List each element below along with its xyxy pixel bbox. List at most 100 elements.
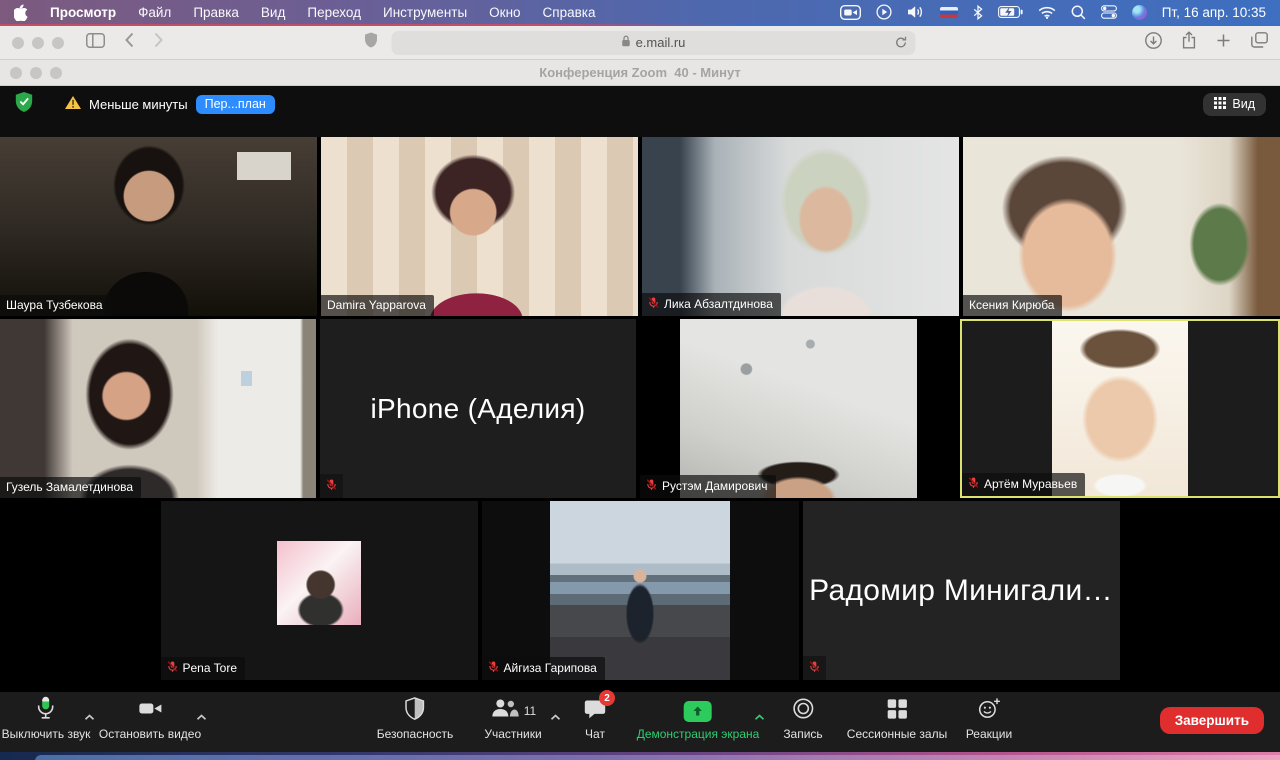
video-feed (1052, 321, 1188, 496)
participant-name: Айгиза Гарипова (504, 661, 597, 675)
menu-tools[interactable]: Инструменты (383, 5, 467, 20)
battery-icon[interactable] (998, 6, 1023, 18)
video-tile[interactable]: Гузель Замалетдинова (0, 319, 316, 498)
participant-name: Damira Yapparova (327, 298, 426, 312)
menu-app-name[interactable]: Просмотр (50, 5, 116, 20)
muted-mic-icon (648, 296, 659, 312)
video-tile[interactable]: Рустэм Дамирович (640, 319, 956, 498)
keyboard-layout-flag-ru-icon[interactable] (940, 7, 958, 18)
bluetooth-icon[interactable] (973, 5, 983, 20)
mute-button[interactable]: Выключить звук (2, 697, 91, 741)
muted-mic-icon (488, 660, 499, 676)
share-screen-icon (684, 701, 712, 722)
participant-name: Рустэм Дамирович (662, 479, 768, 493)
sidebar-icon[interactable] (86, 33, 105, 53)
mute-options-caret[interactable] (84, 708, 95, 726)
wifi-icon[interactable] (1038, 6, 1056, 19)
security-button[interactable]: Безопасность (377, 697, 454, 741)
window-controls[interactable] (12, 37, 64, 49)
participant-name-tag: Damira Yapparova (321, 295, 434, 316)
upgrade-plan-button[interactable]: Пер...план (196, 95, 275, 114)
video-tile[interactable]: Радомир Минигали… (803, 501, 1120, 680)
zoom-window-title: Конференция Zoom 40 - Минут (539, 65, 740, 80)
view-button[interactable]: Вид (1203, 93, 1266, 116)
participant-name-tag: Pena Tore (161, 657, 246, 680)
minimize-window-button[interactable] (32, 37, 44, 49)
chat-bubble-icon (583, 708, 607, 725)
address-url: e.mail.ru (636, 35, 686, 50)
participant-name: Шаура Тузбекова (6, 298, 103, 312)
reload-icon[interactable] (895, 36, 908, 52)
video-feed (680, 319, 917, 498)
menu-edit[interactable]: Правка (193, 5, 239, 20)
participant-name: Артём Муравьев (984, 477, 1077, 491)
downloads-icon[interactable] (1145, 32, 1162, 54)
video-tile[interactable]: iPhone (Аделия) (320, 319, 636, 498)
apple-menu-icon[interactable] (14, 4, 28, 21)
spotlight-search-icon[interactable] (1071, 5, 1086, 20)
meeting-topbar: Меньше минуты Пер...план Вид (0, 86, 1280, 122)
video-tile[interactable]: Шаура Тузбекова (0, 137, 317, 316)
close-window-button[interactable] (12, 37, 24, 49)
record-button[interactable]: Запись (783, 697, 822, 741)
forward-button[interactable] (154, 32, 163, 53)
participant-name-tag: Артём Муравьев (962, 473, 1085, 496)
zoom-fullscreen-button[interactable] (50, 67, 62, 79)
participant-name-tag (320, 474, 343, 498)
menu-window[interactable]: Окно (489, 5, 520, 20)
reactions-button[interactable]: Реакции (966, 697, 1012, 741)
participant-name: Ксения Кирюба (969, 298, 1054, 312)
stop-video-label: Остановить видео (99, 727, 201, 741)
view-button-label: Вид (1232, 97, 1255, 111)
video-options-caret[interactable] (196, 708, 207, 726)
video-tile[interactable]: Damira Yapparova (321, 137, 638, 316)
privacy-shield-icon[interactable] (365, 32, 378, 53)
menu-clock[interactable]: Пт, 16 апр. 10:35 (1162, 5, 1266, 20)
chat-button[interactable]: 2 Чат (583, 697, 607, 741)
participants-options-caret[interactable] (550, 708, 561, 726)
participant-name: Гузель Замалетдинова (6, 480, 133, 494)
stop-video-button[interactable]: Остановить видео (99, 697, 201, 741)
share-icon[interactable] (1182, 31, 1196, 54)
video-tile[interactable]: Pena Tore (161, 501, 478, 680)
warning-triangle-icon (64, 95, 82, 113)
control-center-icon[interactable] (1101, 5, 1117, 19)
siri-icon[interactable] (1132, 5, 1147, 20)
chat-label: Чат (585, 727, 605, 741)
video-status-icon[interactable] (840, 5, 861, 20)
muted-mic-icon (167, 660, 178, 676)
participants-button[interactable]: 11 Участники (484, 697, 541, 741)
video-tile[interactable]: Айгиза Гарипова (482, 501, 799, 680)
reactions-label: Реакции (966, 727, 1012, 741)
breakout-rooms-label: Сессионные залы (847, 727, 947, 741)
breakout-rooms-button[interactable]: Сессионные залы (847, 697, 947, 741)
menu-file[interactable]: Файл (138, 5, 171, 20)
zoom-minimize-button[interactable] (30, 67, 42, 79)
encryption-shield-icon[interactable] (14, 91, 34, 118)
video-grid: Шаура Тузбекова Damira Yapparova Лика Аб… (0, 137, 1280, 680)
participant-big-name: iPhone (Аделия) (320, 319, 636, 498)
video-tile-active-speaker[interactable]: Артём Муравьев (960, 319, 1280, 498)
new-tab-icon[interactable] (1216, 33, 1231, 53)
address-bar[interactable]: e.mail.ru (392, 31, 916, 55)
participant-name-tag: Айгиза Гарипова (482, 657, 605, 680)
microphone-icon (36, 696, 56, 726)
video-tile[interactable]: Ксения Кирюба (963, 137, 1280, 316)
share-options-caret[interactable] (754, 708, 765, 726)
end-meeting-button[interactable]: Завершить (1160, 707, 1264, 734)
zoom-window-button[interactable] (52, 37, 64, 49)
menu-help[interactable]: Справка (543, 5, 596, 20)
zoom-close-button[interactable] (10, 67, 22, 79)
zoom-meeting-content: Меньше минуты Пер...план Вид Шаура Тузбе… (0, 86, 1280, 760)
background-window-edge (35, 755, 1280, 760)
volume-icon[interactable] (907, 5, 925, 19)
back-button[interactable] (125, 32, 134, 53)
meeting-toolbar: Выключить звук Остановить видео Безопасн… (0, 692, 1280, 752)
menu-view[interactable]: Вид (261, 5, 285, 20)
tab-overview-icon[interactable] (1251, 32, 1268, 53)
video-tile[interactable]: Лика Абзалтдинова (642, 137, 959, 316)
participant-name-tag: Лика Абзалтдинова (642, 293, 781, 316)
play-status-icon[interactable] (876, 4, 892, 20)
menu-go[interactable]: Переход (307, 5, 361, 20)
share-screen-button[interactable]: Демонстрация экрана (637, 697, 760, 741)
